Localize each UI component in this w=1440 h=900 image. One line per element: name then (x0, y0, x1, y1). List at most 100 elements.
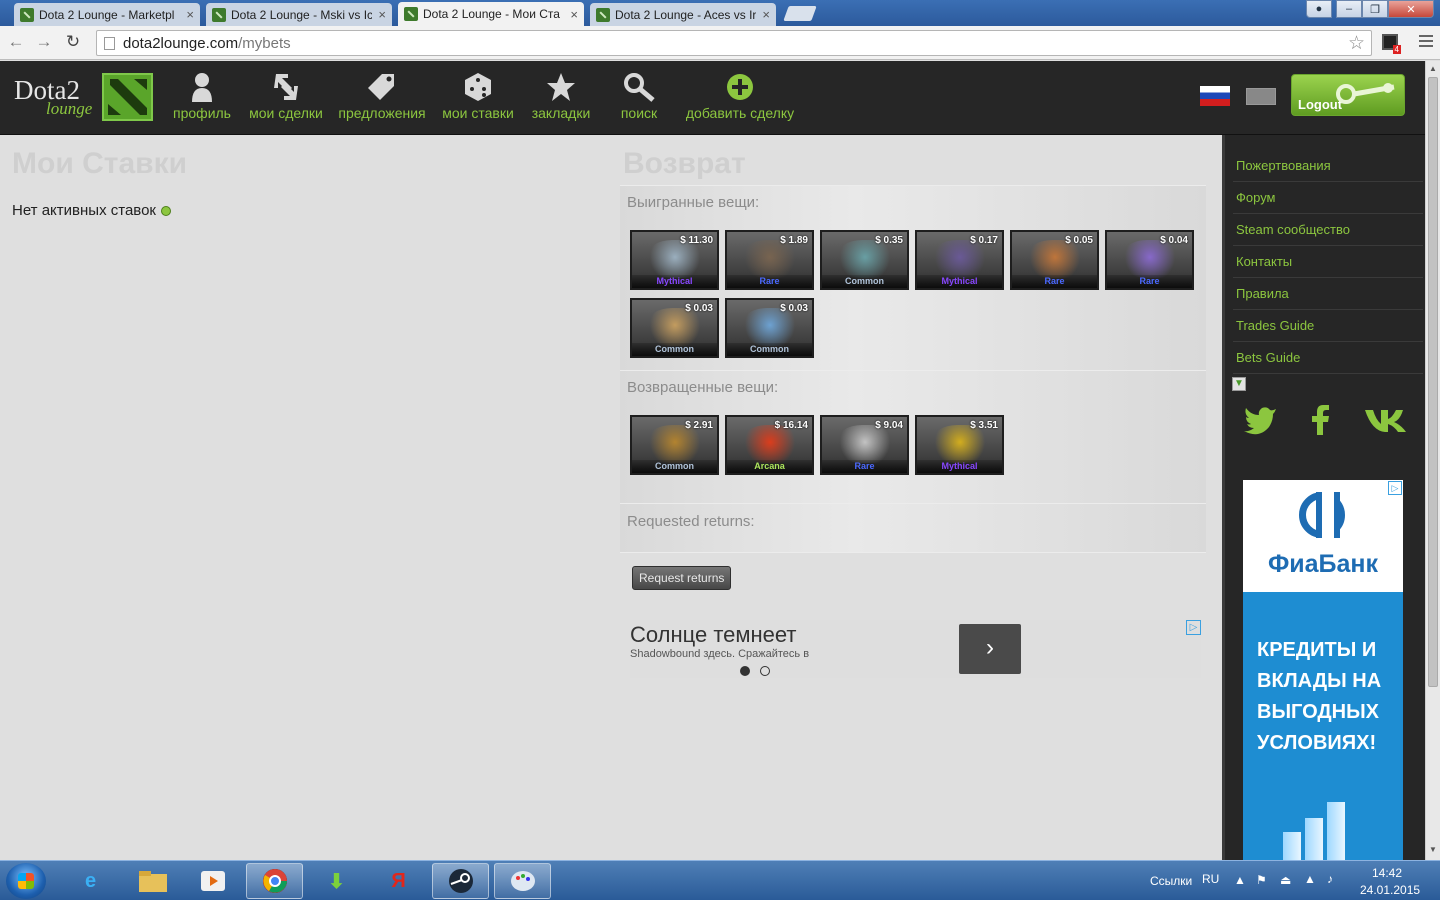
nav-label: мои сделки (249, 105, 323, 121)
item-rarity: Mythical (917, 460, 1002, 473)
address-bar[interactable]: dota2lounge.com /mybets ☆ (96, 30, 1372, 56)
logout-button[interactable]: Logout (1291, 74, 1405, 116)
nav-my-bets[interactable]: мои ставки (440, 71, 516, 121)
ad-page-dot[interactable] (740, 666, 750, 676)
back-icon[interactable]: ← (6, 32, 26, 52)
maximize-button[interactable]: ❐ (1362, 0, 1388, 18)
close-tab-icon[interactable]: × (762, 7, 770, 22)
english-flag-icon[interactable] (1246, 88, 1276, 105)
sidebar-link-donations[interactable]: Пожертвования (1233, 150, 1423, 182)
nav-search[interactable]: поиск (616, 71, 662, 121)
item-tile[interactable]: $ 0.05 Rare (1010, 230, 1099, 290)
tag-icon (338, 71, 426, 103)
media-player-icon[interactable] (184, 863, 241, 899)
item-tile[interactable]: $ 0.17 Mythical (915, 230, 1004, 290)
request-returns-button[interactable]: Request returns (632, 566, 732, 590)
russian-flag-icon[interactable] (1200, 86, 1230, 106)
advertisement-banner[interactable]: Солнце темнеет Shadowbound здесь. Сражай… (630, 620, 1201, 678)
help-icon[interactable] (161, 205, 171, 216)
page-scrollbar[interactable]: ▲ ▼ (1425, 61, 1440, 860)
new-tab-button[interactable] (783, 6, 817, 21)
item-tile[interactable]: $ 0.04 Rare (1105, 230, 1194, 290)
extension-icon[interactable] (1382, 34, 1401, 54)
scroll-down-icon[interactable]: ▼ (1429, 845, 1437, 854)
sidebar-link-contacts[interactable]: Контакты (1233, 246, 1423, 278)
main-content: Мои Ставки Нет активных ставок Возврат В… (0, 135, 1222, 860)
download-arrow-icon[interactable]: ▼ (1232, 377, 1246, 391)
download-manager-icon[interactable]: ⬇ (308, 863, 365, 899)
item-tile[interactable]: $ 2.91 Common (630, 415, 719, 475)
tray-usb-icon[interactable]: ⏏ (1280, 873, 1291, 887)
chrome-icon[interactable] (246, 863, 303, 899)
file-explorer-icon[interactable] (124, 863, 181, 899)
item-price: $ 2.91 (685, 420, 713, 431)
vk-icon[interactable] (1363, 405, 1407, 442)
tray-volume-icon[interactable]: ♪ (1327, 872, 1333, 886)
site-header: Dota2 lounge профиль мои сделки предложе… (0, 61, 1440, 135)
minimize-button[interactable]: – (1336, 0, 1362, 18)
sidebar-link-steam-community[interactable]: Steam сообщество (1233, 214, 1423, 246)
item-price: $ 1.89 (780, 235, 808, 246)
facebook-icon[interactable] (1309, 405, 1331, 442)
ad-next-button[interactable]: › (959, 624, 1021, 674)
item-tile[interactable]: $ 11.30 Mythical (630, 230, 719, 290)
user-icon[interactable]: ● (1306, 0, 1332, 18)
twitter-icon[interactable] (1243, 405, 1277, 442)
tray-notification-icon[interactable]: ⚑ (1256, 873, 1267, 887)
item-tile[interactable]: $ 0.03 Common (630, 298, 719, 358)
paint-icon[interactable] (494, 863, 551, 899)
tray-date[interactable]: 24.01.2015 (1360, 883, 1420, 897)
reload-icon[interactable]: ↻ (63, 32, 83, 52)
nav-bookmarks[interactable]: закладки (530, 71, 592, 121)
adchoices-icon[interactable]: ▷ (1186, 620, 1201, 635)
item-tile[interactable]: $ 9.04 Rare (820, 415, 909, 475)
nav-profile[interactable]: профиль (172, 71, 232, 121)
item-tile[interactable]: $ 0.03 Common (725, 298, 814, 358)
close-tab-icon[interactable]: × (378, 7, 386, 22)
yandex-icon[interactable]: Я (370, 863, 427, 899)
browser-menu-icon[interactable] (1419, 35, 1433, 50)
returned-items-section: Возвращенные вещи: $ 2.91 Common $ 16.14 Ar… (620, 370, 1206, 503)
tab-title: Dota 2 Lounge - Мои Ста (423, 7, 560, 21)
browser-tab-strip: Dota 2 Lounge - Marketpl × Dota 2 Lounge… (0, 0, 1440, 26)
site-logo[interactable]: Dota2 lounge (14, 73, 154, 123)
browser-tab[interactable]: Dota 2 Lounge - Mski vs Ic × (206, 3, 392, 26)
ad-subtext: Shadowbound здесь. Сражайтесь в (630, 648, 810, 660)
sidebar-link-rules[interactable]: Правила (1233, 278, 1423, 310)
adchoices-icon[interactable]: ▷ (1388, 481, 1402, 495)
item-price: $ 0.03 (685, 303, 713, 314)
bookmark-star-icon[interactable]: ☆ (1348, 32, 1365, 55)
browser-tab-active[interactable]: Dota 2 Lounge - Мои Ста × (398, 2, 584, 26)
fiabank-advertisement[interactable]: ФиаБанк ▷ КРЕДИТЫ И ВКЛАДЫ НА ВЫГОДНЫХ У… (1243, 480, 1403, 860)
nav-add-trade[interactable]: добавить сделку (684, 71, 796, 121)
item-tile[interactable]: $ 1.89 Rare (725, 230, 814, 290)
browser-tab[interactable]: Dota 2 Lounge - Marketpl × (14, 3, 200, 26)
tray-network-icon[interactable]: ▲ (1304, 872, 1316, 886)
browser-tab[interactable]: Dota 2 Lounge - Aces vs Ir × (590, 3, 776, 26)
tray-expand-icon[interactable]: ▲ (1234, 873, 1246, 887)
sidebar-link-bets-guide[interactable]: Bets Guide (1233, 342, 1423, 374)
tray-links-label[interactable]: Ссылки (1150, 874, 1192, 888)
nav-my-trades[interactable]: мои сделки (248, 71, 324, 121)
steam-icon[interactable] (432, 863, 489, 899)
sidebar-link-trades-guide[interactable]: Trades Guide (1233, 310, 1423, 342)
tray-time[interactable]: 14:42 (1372, 866, 1402, 880)
ad-slogan: КРЕДИТЫ И ВКЛАДЫ НА ВЫГОДНЫХ УСЛОВИЯХ! (1257, 639, 1382, 754)
close-tab-icon[interactable]: × (570, 7, 578, 22)
internet-explorer-icon[interactable]: e (62, 863, 119, 899)
scroll-up-icon[interactable]: ▲ (1429, 64, 1437, 73)
item-tile[interactable]: $ 16.14 Arcana (725, 415, 814, 475)
close-window-button[interactable]: ✕ (1388, 0, 1434, 18)
item-rarity: Common (632, 460, 717, 473)
item-tile[interactable]: $ 3.51 Mythical (915, 415, 1004, 475)
ad-page-dot[interactable] (760, 666, 770, 676)
close-tab-icon[interactable]: × (186, 7, 194, 22)
item-tile[interactable]: $ 0.35 Common (820, 230, 909, 290)
item-rarity: Rare (1012, 275, 1097, 288)
sidebar-link-forum[interactable]: Форум (1233, 182, 1423, 214)
forward-icon[interactable]: → (34, 32, 54, 52)
tray-language[interactable]: RU (1202, 872, 1219, 886)
nav-offers[interactable]: предложения (338, 71, 426, 121)
scrollbar-thumb[interactable] (1428, 77, 1438, 687)
start-button[interactable] (6, 863, 46, 899)
